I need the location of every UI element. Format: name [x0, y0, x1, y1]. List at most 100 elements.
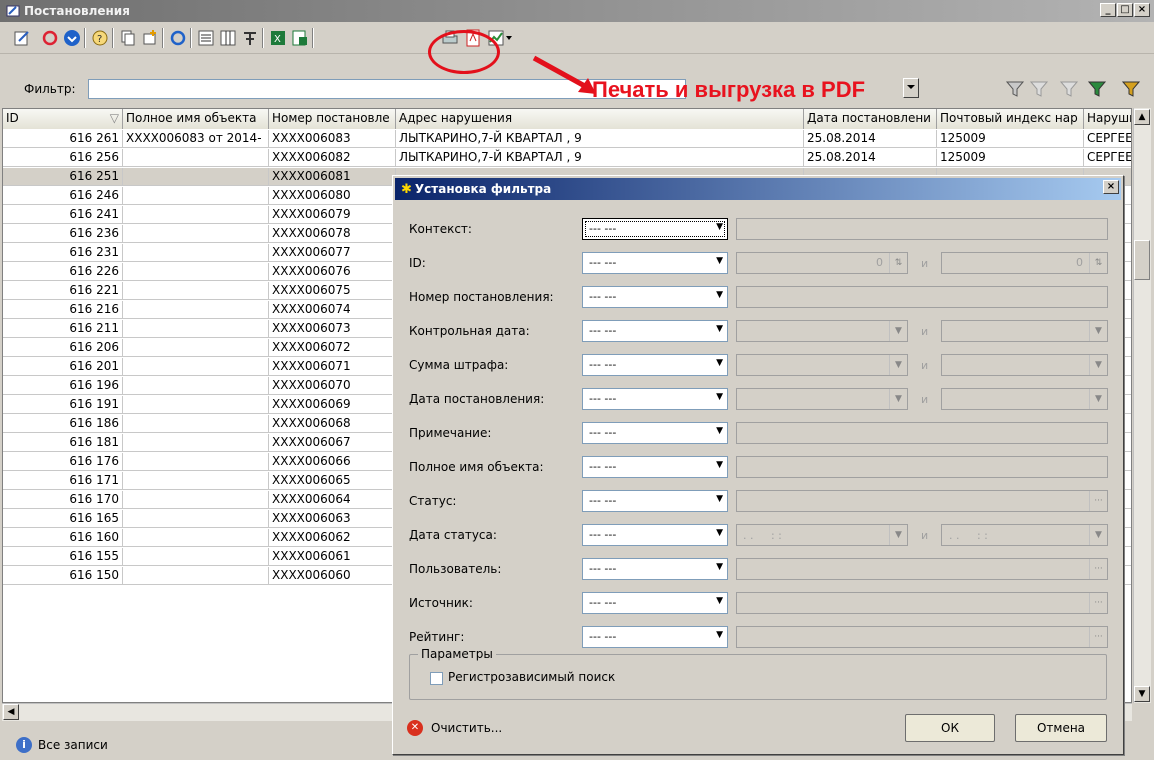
value-field[interactable]: ··· [736, 626, 1108, 648]
value-field[interactable] [736, 456, 1108, 478]
ellipsis-icon[interactable]: ··· [1089, 491, 1107, 511]
value-field[interactable]: ▼ [736, 354, 908, 376]
chevron-down-icon[interactable]: ▼ [889, 321, 907, 341]
column-header-violator[interactable]: Наруши [1084, 109, 1131, 129]
operator-combo[interactable]: --- --- ▼ [582, 388, 728, 410]
value-field[interactable]: ▼ [941, 320, 1108, 342]
chevron-down-icon: ▼ [716, 290, 723, 300]
operator-value: --- --- [589, 222, 617, 235]
value-field[interactable]: ··· [736, 558, 1108, 580]
chevron-down-icon[interactable]: ▼ [1089, 355, 1107, 375]
scroll-thumb[interactable] [1134, 240, 1150, 280]
value-field[interactable]: ▼ [736, 320, 908, 342]
operator-combo[interactable]: --- --- ▼ [582, 592, 728, 614]
dialog-close-button[interactable]: × [1103, 180, 1119, 194]
list-icon[interactable] [196, 28, 216, 48]
excel-icon[interactable]: X [268, 28, 288, 48]
clear-button[interactable]: ✕ Очистить... [407, 720, 502, 736]
info-icon: i [16, 737, 32, 753]
value-field[interactable]: ··· [736, 490, 1108, 512]
value-field[interactable] [736, 422, 1108, 444]
table-cell-name [123, 206, 269, 224]
filter-dropdown-button[interactable] [903, 78, 919, 98]
filter-clear-icon[interactable] [1058, 78, 1080, 100]
value-field[interactable]: ▼ [941, 388, 1108, 410]
chevron-down-icon[interactable]: ▼ [1089, 525, 1107, 545]
copy-icon[interactable] [118, 28, 138, 48]
scroll-left-button[interactable]: ◀ [3, 704, 19, 720]
columns-icon[interactable] [218, 28, 238, 48]
table-cell-name [123, 567, 269, 585]
chevron-down-icon[interactable]: ▼ [889, 525, 907, 545]
operator-combo[interactable]: --- --- ▼ [582, 456, 728, 478]
column-header-date[interactable]: Дата постановлени [804, 109, 937, 129]
export-icon[interactable] [290, 28, 310, 48]
chevron-down-icon[interactable]: ▼ [889, 389, 907, 409]
toolbar-separator [84, 28, 86, 48]
ellipsis-icon[interactable]: ··· [1089, 627, 1107, 647]
table-row[interactable]: 616 256 XXXX006082 ЛЫТКАРИНО,7-Й КВАРТАЛ ,… [3, 149, 1131, 167]
minimize-button[interactable]: _ [1100, 3, 1116, 17]
question-icon[interactable]: ? [90, 28, 110, 48]
column-header-id[interactable]: ID ▽ [3, 109, 123, 129]
operator-combo[interactable]: --- --- ▼ [582, 626, 728, 648]
spinner-icon[interactable]: ⇅ [1089, 253, 1107, 273]
close-button[interactable]: × [1134, 3, 1150, 17]
cancel-button[interactable]: Отмена [1015, 714, 1107, 742]
value-field[interactable]: ▼ [736, 388, 908, 410]
filter-edit-icon[interactable] [1028, 78, 1050, 100]
operator-combo[interactable]: --- --- ▼ [582, 320, 728, 342]
operator-combo[interactable]: --- --- ▼ [582, 252, 728, 274]
edit-icon[interactable] [12, 28, 32, 48]
fit-icon[interactable] [240, 28, 260, 48]
chevron-down-icon[interactable]: ▼ [1089, 321, 1107, 341]
table-cell-date: 25.08.2014 [804, 130, 937, 148]
operator-combo[interactable]: --- --- ▼ [582, 558, 728, 580]
filter-apply-icon[interactable] [1086, 78, 1108, 100]
main-window: Постановления _ □ × ? X Фильтр: Печать и… [0, 0, 1154, 760]
value-field[interactable]: 0 ⇅ [736, 252, 908, 274]
ok-button[interactable]: ОК [905, 714, 995, 742]
chevron-down-icon[interactable]: ▼ [889, 355, 907, 375]
column-header-number[interactable]: Номер постановле [269, 109, 396, 129]
operator-combo[interactable]: --- --- ▼ [582, 422, 728, 444]
filter-settings-icon[interactable] [1120, 78, 1142, 100]
column-header-address[interactable]: Адрес нарушения [396, 109, 804, 129]
value-field[interactable]: 0 ⇅ [941, 252, 1108, 274]
chevron-down-icon[interactable] [504, 28, 514, 48]
scroll-up-button[interactable]: ▲ [1134, 109, 1150, 125]
table-cell-num: XXXX006064 [269, 491, 396, 509]
column-header-name[interactable]: Полное имя объекта [123, 109, 269, 129]
spinner-icon[interactable]: ⇅ [889, 253, 907, 273]
value-field[interactable]: ··· [736, 592, 1108, 614]
operator-combo[interactable]: --- --- ▼ [582, 286, 728, 308]
table-cell-id: 616 176 [3, 453, 123, 471]
vertical-scrollbar[interactable] [1133, 108, 1151, 703]
operator-combo[interactable]: --- --- ▼ [582, 524, 728, 546]
value-field[interactable]: ▼ [941, 354, 1108, 376]
column-header-zip[interactable]: Почтовый индекс нар [937, 109, 1084, 129]
clear-label: Очистить... [431, 721, 503, 735]
chevron-down-icon[interactable]: ▼ [1089, 389, 1107, 409]
case-sensitive-checkbox[interactable] [430, 672, 443, 685]
value-field[interactable] [736, 286, 1108, 308]
maximize-button[interactable]: □ [1117, 3, 1133, 17]
table-cell-name [123, 339, 269, 357]
add-icon[interactable] [140, 28, 160, 48]
table-cell-id: 616 150 [3, 567, 123, 585]
case-sensitive-label[interactable]: Регистрозависимый поиск [448, 670, 615, 684]
operator-combo[interactable]: --- --- ▼ [582, 490, 728, 512]
operator-combo[interactable]: --- --- ▼ [582, 354, 728, 376]
down-arrow-icon[interactable] [62, 28, 82, 48]
value-field[interactable] [736, 218, 1108, 240]
ellipsis-icon[interactable]: ··· [1089, 559, 1107, 579]
refresh-icon[interactable] [40, 28, 60, 48]
table-cell-name [123, 244, 269, 262]
filter-icon[interactable] [1004, 78, 1026, 100]
sync-icon[interactable] [168, 28, 188, 48]
ellipsis-icon[interactable]: ··· [1089, 593, 1107, 613]
scroll-down-button[interactable]: ▼ [1134, 686, 1150, 702]
date-mask: . . : : [743, 529, 782, 542]
table-row[interactable]: 616 261 XXXX006083 от 2014- XXXX006083 ЛЫТК… [3, 130, 1131, 148]
operator-combo[interactable]: --- --- ▼ [582, 218, 728, 240]
